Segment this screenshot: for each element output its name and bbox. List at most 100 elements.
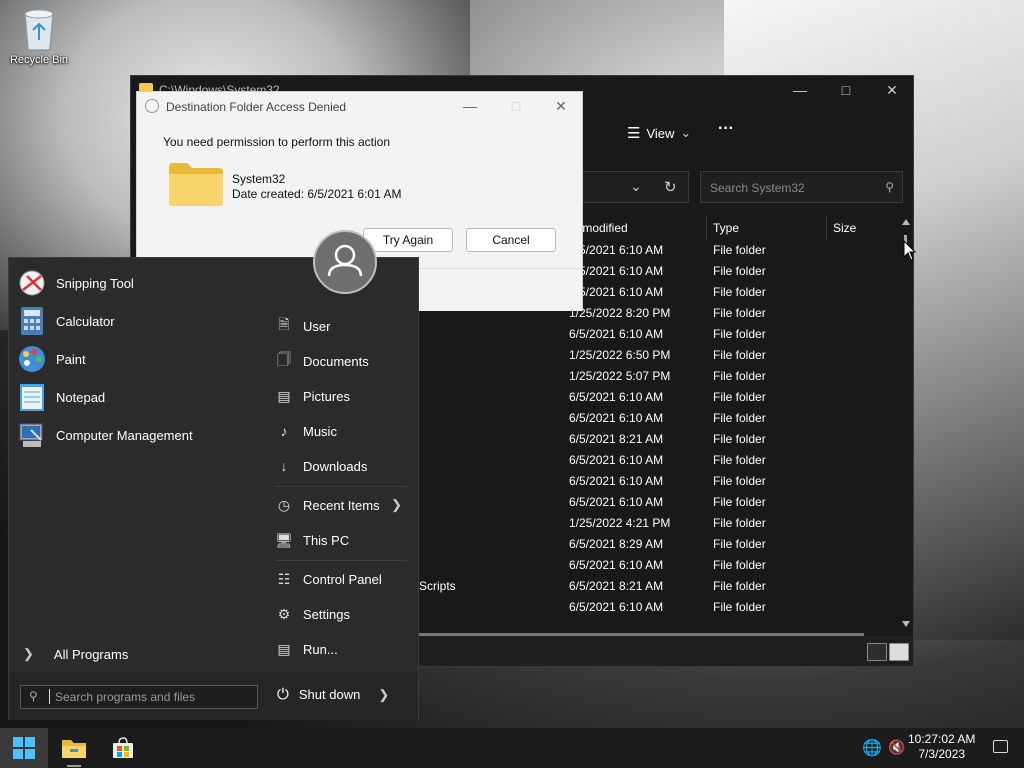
table-row[interactable]: 6/5/2021 6:10 AM File folder (561, 450, 905, 471)
table-row[interactable]: 6/5/2021 6:10 AM File folder (561, 282, 905, 303)
table-row[interactable]: 6/5/2021 6:10 AM File folder (561, 471, 905, 492)
run-icon: ▤ (277, 640, 291, 657)
start-item-downloads[interactable]: ↓ Downloads (275, 450, 410, 482)
search-placeholder: Search System32 (710, 181, 805, 195)
start-item-label: User (303, 318, 331, 334)
large-icons-view-icon[interactable] (889, 643, 909, 661)
dialog-message: You need permission to perform this acti… (163, 135, 391, 149)
column-divider[interactable] (706, 216, 707, 240)
start-item-label: Run... (303, 641, 338, 657)
taskbar-store[interactable] (99, 728, 147, 768)
volume-muted-icon[interactable]: 🔇 (888, 739, 905, 756)
start-item-user[interactable]: 🗎 User (275, 310, 410, 342)
shutdown-button[interactable]: ⏻ Shut down ❯ (277, 686, 389, 703)
vertical-scrollbar[interactable] (901, 219, 911, 627)
folder-icon (169, 163, 223, 206)
dialog-minimize-button[interactable]: — (447, 92, 493, 120)
pinned-notepad[interactable]: Notepad (17, 380, 105, 414)
start-item-recent-items[interactable]: ◷ Recent Items ❯ (275, 489, 410, 521)
start-item-label: Control Panel (303, 571, 382, 587)
settings-icon: ⚙ (277, 605, 291, 622)
start-button[interactable] (0, 728, 48, 768)
details-view-icon[interactable] (867, 643, 887, 661)
table-row[interactable]: 6/5/2021 6:10 AM File folder (561, 597, 905, 618)
close-button[interactable]: ✕ (869, 76, 915, 104)
mouse-cursor-icon (903, 240, 917, 261)
table-row[interactable]: 1/25/2022 5:07 PM File folder (561, 366, 905, 387)
chevron-right-icon[interactable]: ❯ (378, 687, 389, 703)
maximize-button[interactable]: □ (823, 76, 869, 104)
table-row[interactable]: 6/5/2021 6:10 AM File folder (561, 240, 905, 261)
column-header: te modified Type Size (561, 216, 905, 240)
music-icon: ♪ (280, 423, 288, 439)
table-row[interactable]: 6/5/2021 6:10 AM File folder (561, 408, 905, 429)
table-row[interactable]: 6/5/2021 6:10 AM File folder (561, 324, 905, 345)
start-menu: Snipping Tool Calculator Paint Notepad C… (8, 230, 419, 720)
cancel-button[interactable]: Cancel (466, 228, 556, 252)
clock-time: 10:27:02 AM (908, 732, 976, 746)
avatar[interactable] (313, 230, 377, 294)
minimize-button[interactable]: — (777, 76, 823, 104)
pinned-paint[interactable]: Paint (17, 342, 86, 376)
active-indicator (67, 765, 81, 767)
table-row[interactable]: 1/25/2022 4:21 PM File folder (561, 513, 905, 534)
column-divider[interactable] (826, 216, 827, 240)
scroll-up-arrow-icon[interactable] (902, 219, 910, 225)
table-row[interactable]: 6/5/2021 8:21 AM File folder (561, 429, 905, 450)
start-item-this-pc[interactable]: 🖥 This PC (275, 524, 410, 556)
scroll-down-arrow-icon[interactable] (902, 621, 910, 627)
refresh-icon[interactable]: ↻ (664, 178, 677, 196)
all-programs-label: All Programs (53, 646, 129, 662)
start-item-label: Settings (303, 606, 350, 622)
table-row[interactable]: 6/5/2021 6:10 AM File folder (561, 555, 905, 576)
start-item-settings[interactable]: ⚙ Settings (275, 598, 410, 630)
dialog-close-button[interactable]: ✕ (538, 92, 584, 120)
pinned-item-label: Paint (56, 351, 86, 367)
all-programs-button[interactable]: ❯ All Programs (23, 646, 128, 662)
table-row[interactable]: 6/5/2021 6:10 AM File folder (561, 492, 905, 513)
view-button[interactable]: ☰ View ⌄ (627, 124, 691, 142)
column-type[interactable]: Type (713, 221, 739, 235)
paint-icon (17, 344, 47, 374)
view-icon: ☰ (627, 125, 641, 142)
network-icon[interactable]: 🌐 (862, 738, 882, 758)
start-search-input[interactable]: ⚲ Search programs and files (20, 685, 258, 709)
start-item-run[interactable]: ▤ Run... (275, 633, 410, 665)
text-cursor (49, 689, 50, 704)
start-item-documents[interactable]: 🗍 Documents (275, 345, 410, 377)
taskbar-file-explorer[interactable] (50, 728, 98, 768)
column-size[interactable]: Size (833, 221, 856, 235)
recycle-bin-desktop-icon[interactable]: Recycle Bin (6, 4, 72, 66)
table-row[interactable]: 1/25/2022 6:50 PM File folder (561, 345, 905, 366)
dialog-titlebar[interactable]: Destination Folder Access Denied — □ ✕ (137, 92, 582, 120)
notepad-icon (17, 382, 47, 412)
start-item-music[interactable]: ♪ Music (275, 415, 410, 447)
search-input[interactable]: Search System32 ⚲ (700, 171, 903, 203)
address-bar[interactable]: ⌄ ↻ (571, 171, 689, 203)
chevron-down-icon[interactable]: ⌄ (630, 178, 642, 195)
table-row[interactable]: 1/25/2022 8:20 PM File folder (561, 303, 905, 324)
file-explorer-icon (62, 740, 86, 758)
start-item-label: Documents (303, 353, 369, 369)
start-item-pictures[interactable]: ▤ Pictures (275, 380, 410, 412)
table-row[interactable]: Scripts 6/5/2021 8:21 AM File folder (419, 576, 905, 597)
pinned-snipping-tool[interactable]: Snipping Tool (17, 266, 134, 300)
folder-name: System32 (232, 172, 286, 186)
try-again-button[interactable]: Try Again (363, 228, 453, 252)
start-item-label: This PC (303, 532, 350, 548)
start-item-label: Downloads (303, 458, 368, 474)
table-row[interactable]: 6/5/2021 6:10 AM File folder (561, 387, 905, 408)
notifications-icon[interactable] (993, 740, 1008, 753)
snipping-tool-icon (17, 268, 47, 298)
table-row[interactable]: 6/5/2021 8:29 AM File folder (561, 534, 905, 555)
pinned-computer-management[interactable]: Computer Management (17, 418, 193, 452)
dialog-maximize-button: □ (511, 98, 521, 114)
table-row[interactable]: 6/5/2021 6:10 AM File folder (561, 261, 905, 282)
shutdown-label: Shut down (298, 687, 361, 702)
start-item-label: Pictures (303, 388, 350, 404)
chevron-right-icon: ❯ (23, 646, 34, 661)
taskbar-clock[interactable]: 10:27:02 AM 7/3/2023 (908, 732, 975, 762)
start-item-control-panel[interactable]: ☷ Control Panel (275, 563, 410, 595)
pinned-calculator[interactable]: Calculator (17, 304, 115, 338)
more-options-button[interactable]: ··· (718, 120, 734, 138)
